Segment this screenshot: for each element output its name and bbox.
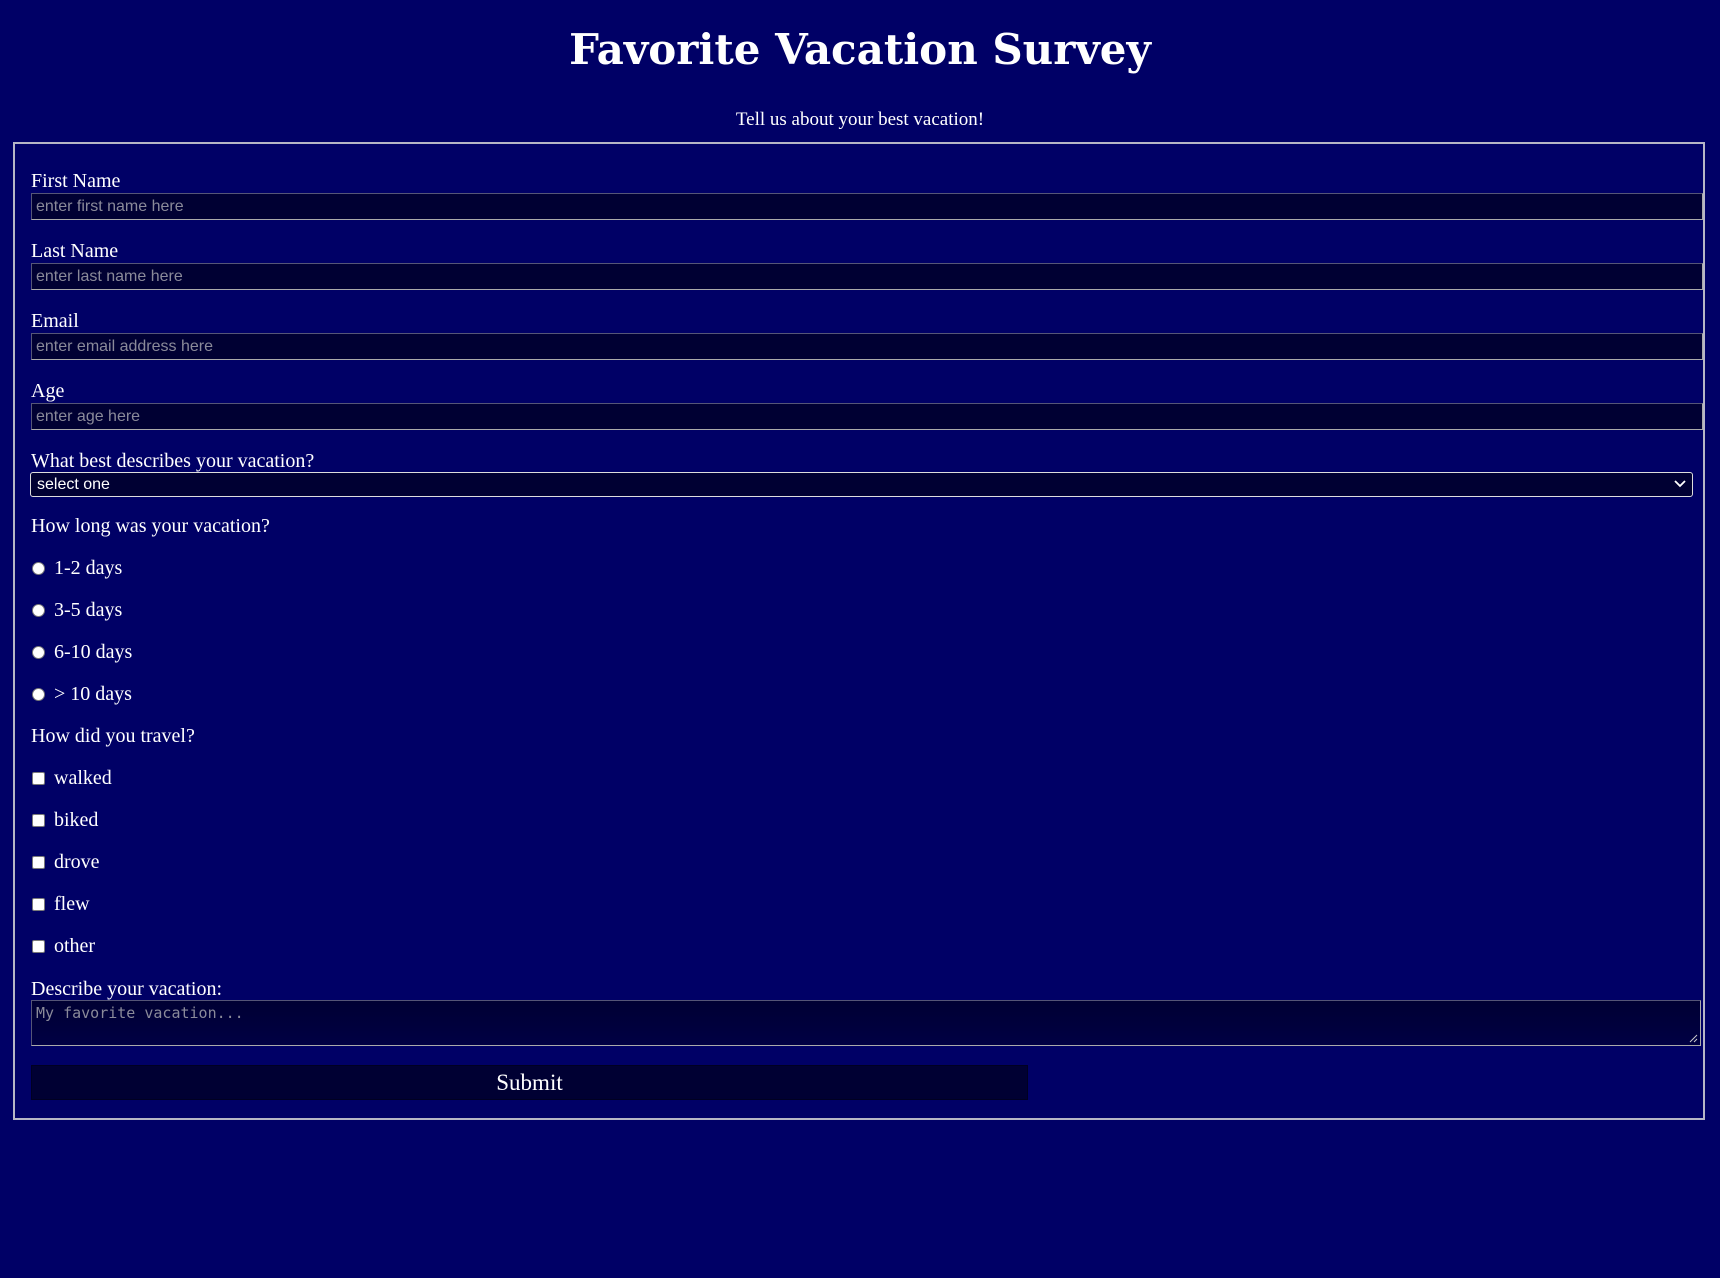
- travel-option-label: flew: [54, 893, 90, 915]
- travel-option-label: other: [54, 935, 96, 957]
- duration-option-label: 3-5 days: [54, 599, 123, 621]
- duration-option-label: > 10 days: [54, 683, 132, 705]
- age-input[interactable]: enter age here: [31, 403, 1703, 430]
- page-title: Favorite Vacation Survey: [569, 25, 1151, 74]
- email-input[interactable]: enter email address here: [31, 333, 1703, 360]
- radio-button[interactable]: [32, 603, 45, 617]
- email-label: Email: [31, 310, 79, 332]
- travel-label: How did you travel?: [31, 725, 195, 747]
- page-description: Tell us about your best vacation!: [735, 109, 985, 130]
- last-name-label: Last Name: [31, 240, 119, 262]
- checkbox[interactable]: [32, 813, 45, 827]
- travel-option[interactable]: other: [31, 934, 95, 958]
- checkbox[interactable]: [32, 939, 45, 953]
- radio-button[interactable]: [32, 687, 45, 701]
- travel-option[interactable]: walked: [31, 766, 112, 790]
- travel-option-label: biked: [54, 809, 99, 831]
- radio-button[interactable]: [32, 561, 45, 575]
- duration-option[interactable]: 3-5 days: [31, 598, 122, 622]
- travel-option-label: walked: [54, 767, 112, 789]
- last-name-input[interactable]: enter last name here: [31, 263, 1703, 290]
- travel-option[interactable]: flew: [31, 892, 90, 916]
- duration-label: How long was your vacation?: [31, 515, 270, 537]
- description-textarea[interactable]: My favorite vacation...: [31, 1000, 1701, 1046]
- resize-grip-icon[interactable]: [1689, 1034, 1698, 1043]
- first-name-label: First Name: [31, 170, 121, 192]
- travel-option-label: drove: [54, 851, 100, 873]
- age-placeholder: enter age here: [36, 408, 141, 425]
- checkbox[interactable]: [32, 897, 45, 911]
- age-label: Age: [31, 380, 65, 402]
- duration-option[interactable]: 6-10 days: [31, 640, 132, 664]
- first-name-input[interactable]: enter first name here: [31, 193, 1703, 220]
- radio-button[interactable]: [32, 645, 45, 659]
- description-label: Describe your vacation:: [31, 978, 223, 1000]
- duration-option[interactable]: > 10 days: [31, 682, 132, 706]
- vacation-type-selected: select one: [37, 476, 110, 493]
- description-placeholder: My favorite vacation...: [36, 1004, 244, 1022]
- duration-option-label: 6-10 days: [54, 641, 133, 663]
- checkbox[interactable]: [32, 855, 45, 869]
- duration-option-label: 1-2 days: [54, 557, 123, 579]
- survey-form: First Name enter first name here Last Na…: [13, 142, 1705, 1120]
- duration-option[interactable]: 1-2 days: [31, 556, 122, 580]
- email-placeholder: enter email address here: [36, 338, 213, 355]
- first-name-placeholder: enter first name here: [36, 198, 184, 215]
- last-name-placeholder: enter last name here: [36, 268, 183, 285]
- submit-button[interactable]: Submit: [31, 1065, 1028, 1100]
- checkbox[interactable]: [32, 771, 45, 785]
- chevron-down-icon: [1674, 480, 1686, 488]
- vacation-type-select[interactable]: select one: [30, 472, 1693, 497]
- vacation-type-label: What best describes your vacation?: [31, 450, 315, 472]
- travel-option[interactable]: biked: [31, 808, 98, 832]
- travel-option[interactable]: drove: [31, 850, 100, 874]
